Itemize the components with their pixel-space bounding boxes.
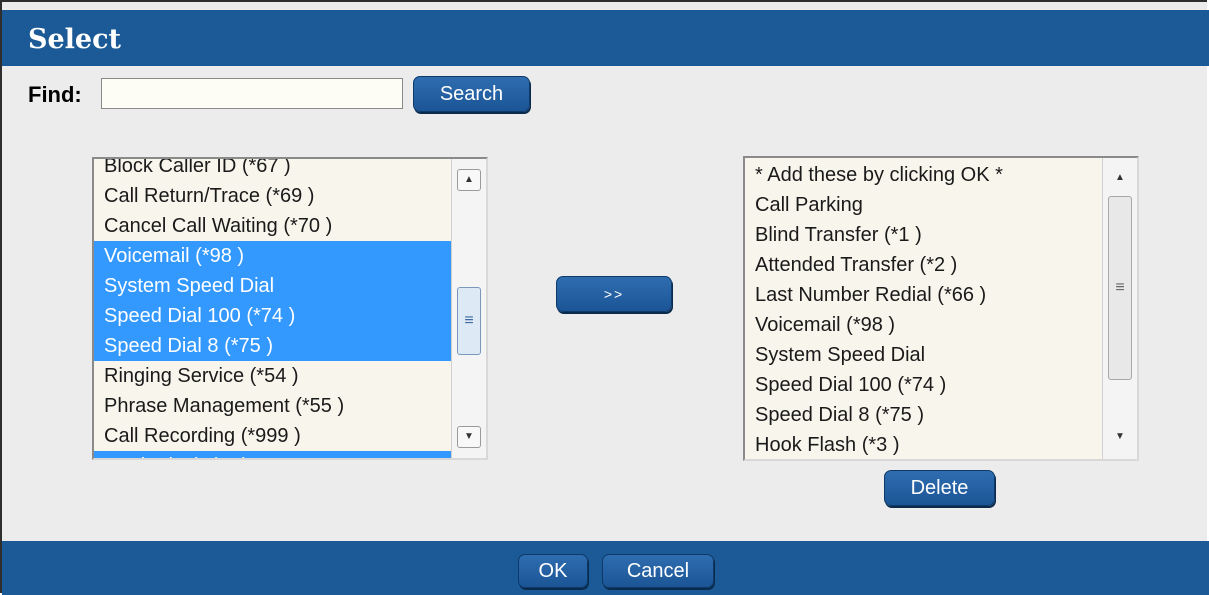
- list-item[interactable]: Phrase Management (*55 ): [94, 391, 451, 421]
- add-selected-button[interactable]: >>: [556, 276, 672, 312]
- cancel-button[interactable]: Cancel: [602, 554, 714, 588]
- select-dialog: Select Find: Search Block Caller ID (*67…: [0, 0, 1209, 595]
- list-item[interactable]: Speed Dial 8 (*75 ): [745, 400, 1102, 430]
- arrow-down-icon[interactable]: ▼: [457, 426, 481, 448]
- list-item[interactable]: Voicemail (*98 ): [745, 310, 1102, 340]
- list-item[interactable]: Speed Dial 8 (*75 ): [94, 331, 451, 361]
- list-item[interactable]: Call Return/Trace (*69 ): [94, 181, 451, 211]
- title-bar: Select: [2, 10, 1209, 66]
- arrow-up-icon[interactable]: ▲: [1108, 168, 1132, 190]
- dialog-title: Select: [28, 24, 122, 55]
- arrow-up-icon[interactable]: ▲: [457, 169, 481, 191]
- scroll-thumb[interactable]: ≡: [457, 287, 481, 355]
- list-item[interactable]: Last Number Redial (*66 ): [745, 280, 1102, 310]
- list-item[interactable]: Hook Flash (*3 ): [94, 451, 451, 458]
- available-features-list[interactable]: Block Caller ID (*67 ) Call Return/Trace …: [92, 157, 488, 460]
- available-list-scrollbar[interactable]: ▲ ≡ ▼: [451, 159, 486, 458]
- list-item[interactable]: Call Parking: [745, 190, 1102, 220]
- find-label: Find:: [28, 82, 82, 107]
- list-item[interactable]: Voicemail (*98 ): [94, 241, 451, 271]
- scroll-thumb[interactable]: ≡: [1108, 196, 1132, 380]
- grip-icon: ≡: [1115, 279, 1125, 296]
- delete-button[interactable]: Delete: [884, 470, 995, 506]
- list-item[interactable]: Hook Flash (*3 ): [745, 430, 1102, 459]
- chosen-features-list[interactable]: * Add these by clicking OK * Call Parking…: [743, 156, 1139, 461]
- find-input[interactable]: [101, 78, 403, 109]
- chosen-list-scrollbar[interactable]: ▲ ≡ ▼: [1102, 158, 1137, 459]
- chosen-items: * Add these by clicking OK * Call Parking…: [745, 160, 1102, 459]
- list-item[interactable]: Speed Dial 100 (*74 ): [94, 301, 451, 331]
- list-item[interactable]: Block Caller ID (*67 ): [94, 159, 451, 181]
- ok-button[interactable]: OK: [518, 554, 588, 588]
- grip-icon: ≡: [464, 312, 474, 329]
- list-item[interactable]: Call Recording (*999 ): [94, 421, 451, 451]
- arrow-down-icon[interactable]: ▼: [1108, 427, 1132, 449]
- search-button[interactable]: Search: [413, 76, 530, 112]
- list-item[interactable]: Blind Transfer (*1 ): [745, 220, 1102, 250]
- list-item[interactable]: System Speed Dial: [745, 340, 1102, 370]
- list-item[interactable]: Cancel Call Waiting (*70 ): [94, 211, 451, 241]
- available-items: Block Caller ID (*67 ) Call Return/Trace …: [94, 159, 451, 458]
- list-item[interactable]: Speed Dial 100 (*74 ): [745, 370, 1102, 400]
- list-item[interactable]: * Add these by clicking OK *: [745, 160, 1102, 190]
- list-item[interactable]: System Speed Dial: [94, 271, 451, 301]
- list-item[interactable]: Ringing Service (*54 ): [94, 361, 451, 391]
- list-item[interactable]: Attended Transfer (*2 ): [745, 250, 1102, 280]
